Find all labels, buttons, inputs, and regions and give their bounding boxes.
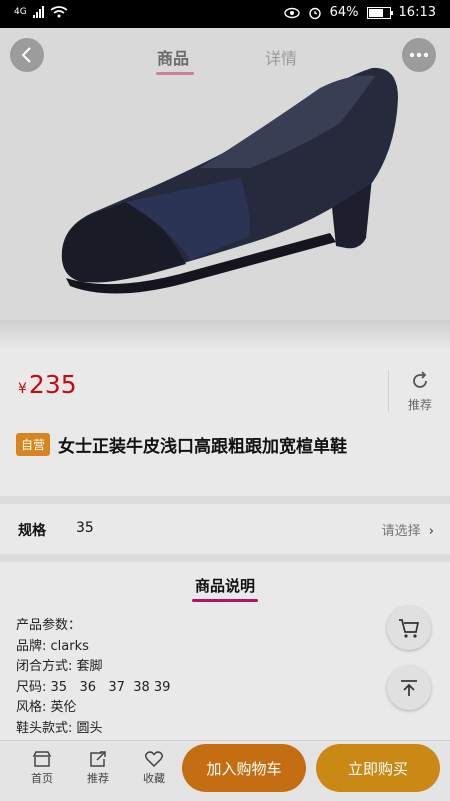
wifi-icon: [50, 6, 68, 18]
network-type: 4G: [14, 7, 27, 17]
currency-symbol: ¥: [18, 381, 27, 397]
more-icon: [409, 52, 429, 58]
add-to-cart-button[interactable]: 加入购物车: [182, 744, 306, 792]
battery-percent: 64%: [329, 5, 359, 20]
recommend-label: 推荐: [407, 398, 432, 412]
battery-icon: [366, 6, 393, 19]
spec-selector[interactable]: 规格 35 请选择 ›: [0, 496, 450, 562]
favorite-label: 收藏: [143, 772, 165, 785]
recommend-button[interactable]: 推荐: [388, 370, 450, 412]
product-title: 女士正装牛皮浅口高跟粗跟加宽楦单鞋: [58, 437, 348, 457]
spec-value: 35: [76, 520, 94, 536]
active-tab-indicator: [156, 72, 194, 75]
share-icon: [90, 751, 106, 767]
shoe-image: [61, 67, 398, 294]
share-button[interactable]: 推荐: [78, 750, 118, 786]
clock: 16:13: [398, 5, 436, 20]
tab-details[interactable]: 详情: [265, 45, 297, 69]
home-button[interactable]: 首页: [22, 750, 62, 786]
cart-icon: [399, 619, 420, 638]
scroll-top-button[interactable]: [387, 666, 431, 710]
param-line: 鞋头款式: 圆头: [16, 720, 103, 736]
param-line: 品牌: clarks: [16, 638, 89, 654]
refresh-icon: [413, 371, 427, 388]
back-button[interactable]: [10, 38, 44, 72]
tab-product-description[interactable]: 商品说明: [0, 575, 450, 596]
spec-label: 规格: [18, 523, 46, 539]
store-icon: [32, 751, 52, 767]
eye-icon: [283, 7, 300, 18]
heart-icon: [144, 751, 164, 768]
alarm-icon: [308, 7, 321, 19]
status-bar: 4G 64% 16:13: [0, 0, 450, 28]
more-button[interactable]: [402, 38, 436, 72]
description-tab-indicator: [192, 599, 258, 602]
favorite-button[interactable]: 收藏: [134, 750, 174, 786]
price-value: 235: [28, 370, 77, 399]
price: ¥ 235: [18, 370, 77, 399]
product-image[interactable]: [0, 28, 450, 320]
spec-select-label: 请选择: [381, 524, 421, 539]
signal-icon: [32, 6, 44, 18]
back-icon: [21, 47, 31, 63]
tab-product[interactable]: 商品: [157, 45, 189, 69]
param-line: 产品参数：: [16, 618, 82, 633]
floating-cart-button[interactable]: [387, 606, 431, 650]
title-row: 自营 女士正装牛皮浅口高跟粗跟加宽楦单鞋: [16, 432, 347, 457]
param-line: 风格: 英伦: [16, 700, 77, 715]
buy-now-button[interactable]: 立即购买: [316, 744, 440, 792]
chevron-right-icon: ›: [428, 524, 434, 539]
share-label: 推荐: [87, 772, 109, 785]
image-shadow: [0, 320, 450, 350]
home-label: 首页: [31, 772, 53, 785]
arrow-up-icon: [401, 680, 417, 696]
self-operated-badge: 自营: [16, 433, 51, 456]
param-line: 闭合方式: 套脚: [16, 659, 103, 674]
spec-select-link[interactable]: 请选择 ›: [382, 520, 434, 539]
product-params: 产品参数： 品牌: clarks 闭合方式: 套脚 尺码: 35 36 37 3…: [16, 616, 170, 739]
param-line: 尺码: 35 36 37 38 39: [16, 679, 171, 695]
